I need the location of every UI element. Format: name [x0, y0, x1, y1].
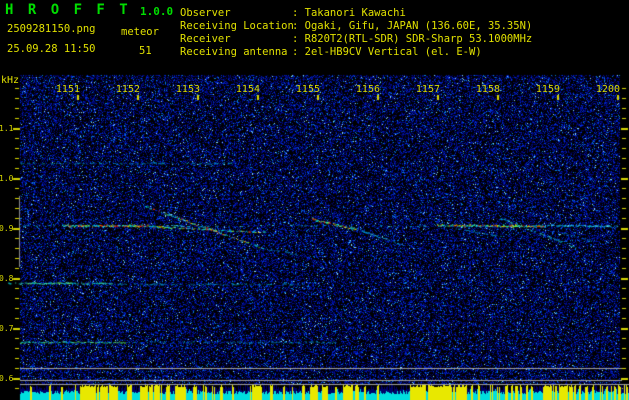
info-label: Receiver [180, 33, 231, 45]
freq-tick-label: 0.7 [0, 324, 14, 333]
echo-count: 51 [139, 45, 152, 57]
freq-tick-label: 0.8 [0, 274, 14, 283]
app-title: H R O F F T [5, 2, 131, 18]
time-tick-label: 1155 [295, 84, 320, 95]
time-tick-label: 1158 [475, 84, 500, 95]
info-row: Receiving antenna : 2el-HB9CV Vertical (e… [180, 46, 532, 59]
time-tick-label: 1157 [415, 84, 440, 95]
time-tick-label: 1159 [535, 84, 560, 95]
time-tick-label: 1153 [175, 84, 200, 95]
freq-tick-label: 0.6 [0, 374, 14, 383]
info-value: : Takanori Kawachi [292, 7, 406, 19]
info-value: : Ogaki, Gifu, JAPAN (136.60E, 35.35N) [292, 20, 533, 32]
spectrogram-canvas [0, 0, 629, 400]
info-row: Receiver : R820T2(RTL-SDR) SDR-Sharp 53.1… [180, 33, 532, 46]
freq-tick-label: 1.1 [0, 124, 14, 133]
time-tick-label: 1151 [55, 84, 80, 95]
time-tick-label: 1154 [235, 84, 260, 95]
freq-tick-label: 1.0 [0, 174, 14, 183]
output-filename: 2509281150.png [7, 23, 96, 35]
time-tick-label: 1152 [115, 84, 140, 95]
info-label: Receiving antenna [180, 46, 288, 58]
freq-tick-label: 0.9 [0, 224, 14, 233]
station-info-block: Observer : Takanori Kawachi Receiving Loca… [180, 7, 532, 59]
info-label: Receiving Location [180, 20, 294, 32]
info-value: : R820T2(RTL-SDR) SDR-Sharp 53.1000MHz [292, 33, 533, 45]
info-row: Receiving Location: Ogaki, Gifu, JAPAN (… [180, 20, 532, 33]
time-tick-label: 1156 [355, 84, 380, 95]
info-label: Observer [180, 7, 231, 19]
mode-label: meteor [121, 26, 159, 38]
time-tick-label: 1200 [595, 84, 620, 95]
hrofft-window: H R O F F T 1.0.0 2509281150.png meteor … [0, 0, 629, 400]
app-version: 1.0.0 [140, 5, 174, 18]
khz-unit-label: kHz [1, 75, 20, 86]
timestamp: 25.09.28 11:50 [7, 43, 96, 55]
info-value: : 2el-HB9CV Vertical (el. E-W) [292, 46, 482, 58]
info-row: Observer : Takanori Kawachi [180, 7, 532, 20]
